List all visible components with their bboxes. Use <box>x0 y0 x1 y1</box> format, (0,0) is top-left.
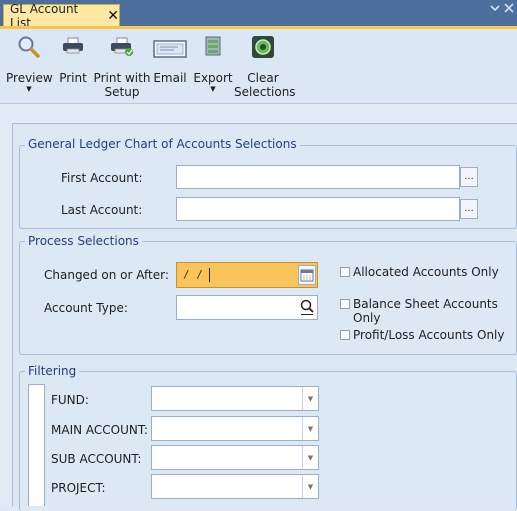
preview-label: Preview <box>6 71 53 85</box>
project-dropdown[interactable]: ▼ <box>151 474 319 499</box>
ribbon-toolbar: Preview ▼ Print Print with Setup Email E… <box>0 26 517 104</box>
export-label: Export <box>193 71 233 85</box>
last-account-input[interactable] <box>176 197 460 221</box>
magnifier-icon <box>15 33 43 61</box>
chevron-down-icon[interactable] <box>489 3 501 13</box>
profit-loss-accounts-label: Profit/Loss Accounts Only <box>353 328 505 342</box>
calendar-icon <box>300 269 314 282</box>
text-cursor <box>209 268 210 282</box>
first-account-lookup-button[interactable]: ... <box>460 167 478 187</box>
print-with-setup-button[interactable]: Print with Setup <box>93 33 151 99</box>
sub-account-dropdown[interactable]: ▼ <box>151 445 319 470</box>
account-type-input[interactable] <box>176 295 318 320</box>
process-selections-legend: Process Selections <box>25 234 142 248</box>
fund-label: FUND: <box>51 393 89 407</box>
main-account-dropdown-arrow-icon[interactable]: ▼ <box>302 417 318 440</box>
export-button[interactable]: Export ▼ <box>192 33 234 93</box>
document-tab-strip: GL Account List ✕ <box>0 0 517 30</box>
profit-loss-accounts-checkbox[interactable] <box>340 330 350 340</box>
export-icon <box>199 33 227 61</box>
export-menu-arrow-icon: ▼ <box>210 85 216 93</box>
balance-sheet-accounts-label: Balance Sheet Accounts Only <box>353 297 498 325</box>
clear-selections-label: Clear Selections <box>234 71 296 99</box>
print-with-setup-label: Print with Setup <box>93 71 151 99</box>
close-window-icon[interactable] <box>503 3 515 13</box>
changed-on-after-value: / / <box>183 268 203 281</box>
last-account-lookup-button[interactable]: ... <box>460 199 478 219</box>
changed-on-after-label: Changed on or After: <box>44 268 169 282</box>
preview-button[interactable]: Preview ▼ <box>6 33 53 93</box>
allocated-accounts-checkbox[interactable] <box>340 267 350 277</box>
balance-sheet-accounts-checkbox[interactable] <box>340 299 350 309</box>
calendar-picker-button[interactable] <box>298 265 316 285</box>
gl-selections-legend: General Ledger Chart of Accounts Selecti… <box>25 137 300 151</box>
sub-account-dropdown-arrow-icon[interactable]: ▼ <box>302 446 318 469</box>
filter-side-panel <box>28 384 45 506</box>
print-label: Print <box>59 71 87 85</box>
search-icon[interactable] <box>299 298 315 316</box>
fund-dropdown-arrow-icon[interactable]: ▼ <box>302 387 318 410</box>
account-type-label: Account Type: <box>44 301 128 315</box>
clear-selections-icon <box>249 33 277 61</box>
changed-on-after-input[interactable]: / / <box>176 262 318 288</box>
first-account-label: First Account: <box>61 171 143 185</box>
main-account-label: MAIN ACCOUNT: <box>51 423 148 437</box>
email-button[interactable]: Email <box>150 33 190 85</box>
project-dropdown-arrow-icon[interactable]: ▼ <box>302 475 318 498</box>
printer-setup-icon <box>108 33 136 61</box>
last-account-label: Last Account: <box>61 203 143 217</box>
fund-dropdown[interactable]: ▼ <box>151 386 319 411</box>
first-account-input[interactable] <box>176 165 460 189</box>
filtering-legend: Filtering <box>25 364 80 378</box>
printer-icon <box>59 33 87 61</box>
allocated-accounts-label: Allocated Accounts Only <box>353 265 499 279</box>
clear-selections-button[interactable]: Clear Selections <box>234 33 296 99</box>
tab-gl-account-list[interactable]: GL Account List ✕ <box>3 2 120 30</box>
preview-menu-arrow-icon: ▼ <box>26 85 32 93</box>
project-label: PROJECT: <box>51 481 106 495</box>
main-account-dropdown[interactable]: ▼ <box>151 416 319 441</box>
sub-account-label: SUB ACCOUNT: <box>51 452 142 466</box>
email-icon <box>152 33 188 61</box>
print-button[interactable]: Print <box>58 33 88 85</box>
close-tab-icon[interactable]: ✕ <box>107 9 119 23</box>
email-label: Email <box>153 71 187 85</box>
